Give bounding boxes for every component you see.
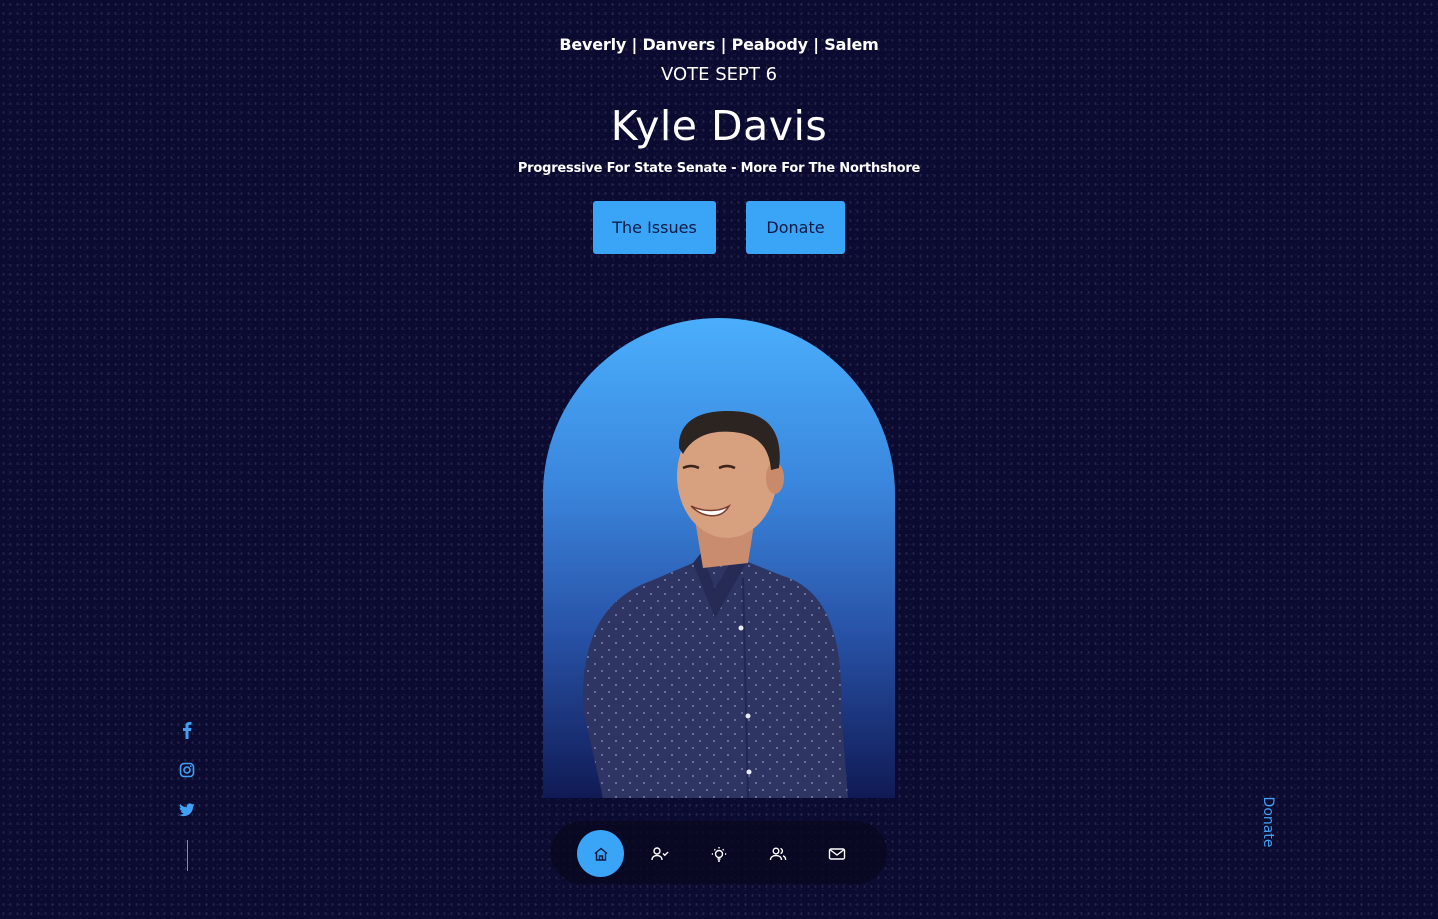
user-check-icon[interactable] xyxy=(636,830,683,877)
twitter-icon[interactable] xyxy=(176,799,198,821)
vote-date: VOTE SEPT 6 xyxy=(660,64,778,85)
district-towns: Beverly | Danvers | Peabody | Salem xyxy=(559,35,879,54)
facebook-icon[interactable] xyxy=(176,719,198,741)
tagline: Progressive For State Senate - More For … xyxy=(517,161,921,176)
home-icon[interactable] xyxy=(577,830,624,877)
social-divider-line xyxy=(187,840,188,871)
mail-icon[interactable] xyxy=(813,830,860,877)
the-issues-button[interactable]: The Issues xyxy=(593,201,716,254)
candidate-name: Kyle Davis xyxy=(610,102,828,150)
hero-header: Beverly | Danvers | Peabody | Salem VOTE… xyxy=(0,34,1438,178)
bottom-nav xyxy=(551,821,887,884)
instagram-icon[interactable] xyxy=(176,759,198,781)
donate-button[interactable]: Donate xyxy=(746,201,845,254)
side-donate-link[interactable]: Donate xyxy=(1258,794,1278,850)
portrait-illustration xyxy=(582,411,848,798)
lightbulb-icon[interactable] xyxy=(695,830,742,877)
candidate-portrait xyxy=(543,318,895,798)
users-icon[interactable] xyxy=(754,830,801,877)
